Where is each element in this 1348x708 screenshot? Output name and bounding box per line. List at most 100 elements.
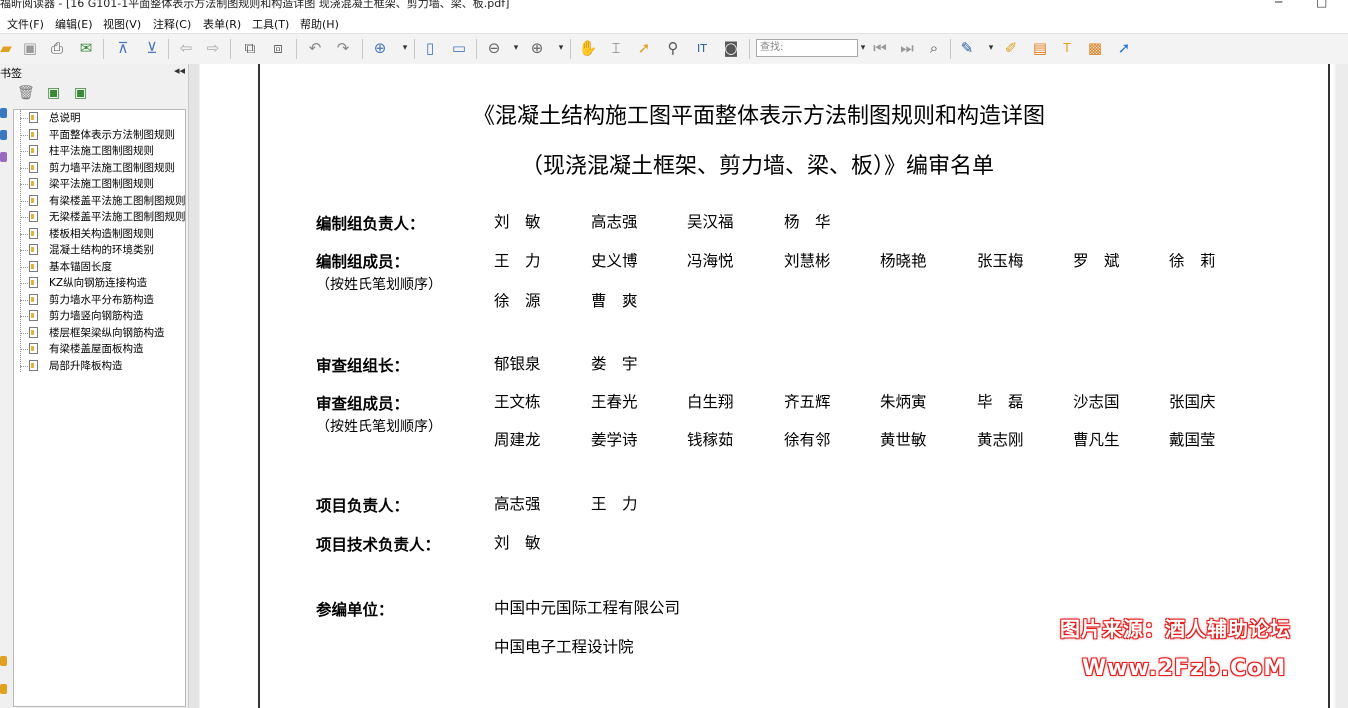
side-tab-icon[interactable] <box>0 684 7 694</box>
page-icon <box>29 359 38 371</box>
minimize-button[interactable]: ─ <box>1275 0 1282 9</box>
print-icon[interactable]: ⎙ <box>47 38 67 58</box>
snapshot-icon[interactable]: ◙ <box>721 38 741 58</box>
add-bookmark-icon[interactable]: ▣ <box>47 85 60 101</box>
delete-bookmark-icon[interactable]: 🗑 <box>17 85 35 101</box>
person-name: 戴国莹 <box>1169 431 1216 449</box>
bookmark-item[interactable]: 柱平法施工图制图规则 <box>14 143 185 159</box>
side-tab-icon[interactable] <box>0 130 7 140</box>
person-name: 高志强 <box>494 495 541 513</box>
fit-width-icon[interactable]: ▭ <box>449 38 469 58</box>
save-icon[interactable]: ▣ <box>20 38 40 58</box>
side-tab-icon[interactable] <box>0 656 7 666</box>
zoom-in-dropdown-icon[interactable]: ▾ <box>556 38 566 58</box>
menu-edit[interactable]: 编辑(E) <box>55 16 93 32</box>
bookmark-item[interactable]: 平面整体表示方法制图规则 <box>14 127 185 143</box>
page-icon <box>29 244 38 255</box>
bookmark-item[interactable]: 有梁楼盖平法施工图制图规则 <box>14 193 185 209</box>
select-arrow-icon[interactable]: ➚ <box>634 38 654 58</box>
side-tab-icon[interactable] <box>0 108 7 118</box>
bookmark-item[interactable]: 混凝土结构的环境类别 <box>14 242 185 258</box>
person-name: 周建龙 <box>494 431 541 449</box>
hand-tool-icon[interactable]: ✋ <box>578 38 598 58</box>
bookmark-item[interactable]: 楼板相关构造制图规则 <box>14 226 185 242</box>
bookmarks-panel: 书签 ◂◂ 🗑 ▣ ▣ 总说明 平面整体表示方法制图规则 柱平法施工图制图规则 … <box>0 64 189 708</box>
search-input[interactable]: 查找: <box>756 39 858 57</box>
bookmark-item[interactable]: 总说明 <box>14 110 185 126</box>
menu-help[interactable]: 帮助(H) <box>300 16 339 32</box>
paste-page-icon[interactable]: ⧈ <box>268 38 288 58</box>
binoculars-icon[interactable]: ⚲ <box>663 38 683 58</box>
email-icon[interactable]: ✉ <box>76 38 96 58</box>
bookmark-item[interactable]: 梁平法施工图制图规则 <box>14 176 185 192</box>
person-name: 杨晓艳 <box>880 252 927 270</box>
note-icon[interactable]: ▤ <box>1030 38 1050 58</box>
person-name: 王春光 <box>591 393 638 411</box>
bookmark-item[interactable]: 楼层框架梁纵向钢筋构造 <box>14 325 185 341</box>
person-name: 白生翔 <box>687 393 734 411</box>
comment-icon[interactable]: ▩ <box>1085 38 1105 58</box>
copy-page-icon[interactable]: ⧉ <box>240 38 260 58</box>
bookmark-item[interactable]: 剪力墙平法施工图制图规则 <box>14 160 185 176</box>
typewriter-icon[interactable]: IT <box>692 38 712 58</box>
menu-tools[interactable]: 工具(T) <box>252 16 289 32</box>
bookmark-item[interactable]: 剪力墙竖向钢筋构造 <box>14 308 185 324</box>
arrow-tool-icon[interactable]: ➚ <box>1114 38 1134 58</box>
unit-name: 中国电子工程设计院 <box>494 638 634 656</box>
doc-title-line1: 《混凝土结构施工图平面整体表示方法制图规则和构造详图 <box>473 104 1046 129</box>
bookmark-item[interactable]: 基本锚固长度 <box>14 259 185 275</box>
menu-form[interactable]: 表单(R) <box>203 16 241 32</box>
window-title: 福昕阅读器 - [16 G101-1平面整体表示方法制图规则和构造详图 现浇混凝… <box>0 0 510 10</box>
document-viewport[interactable]: 《混凝土结构施工图平面整体表示方法制图规则和构造详图 （现浇混凝土框架、剪力墙、… <box>189 64 1348 708</box>
bookmark-item[interactable]: KZ纵向钢筋连接构造 <box>14 275 185 291</box>
find-prev-icon[interactable]: ⏮ <box>870 38 890 58</box>
back-icon[interactable]: ⇦ <box>176 38 196 58</box>
menu-view[interactable]: 视图(V) <box>103 16 141 32</box>
section-label: 参编单位： <box>316 601 394 619</box>
redo-icon[interactable]: ↷ <box>333 38 353 58</box>
page-icon <box>29 277 38 288</box>
panel-toolbar: 🗑 ▣ ▣ <box>0 82 188 106</box>
section-label: 编制组负责人： <box>316 215 425 233</box>
page-down-icon[interactable]: ⊻ <box>142 38 162 58</box>
zoom-out-icon[interactable]: ⊖ <box>484 38 504 58</box>
person-name: 高志强 <box>591 213 638 231</box>
zoom-dropdown-icon[interactable]: ▾ <box>400 38 410 58</box>
bookmark-item[interactable]: 剪力墙水平分布筋构造 <box>14 292 185 308</box>
find-next-icon[interactable]: ⏭ <box>897 38 917 58</box>
undo-icon[interactable]: ↶ <box>305 38 325 58</box>
edit-icon[interactable]: ✎ <box>957 38 977 58</box>
bookmark-item[interactable]: 局部升降板构造 <box>14 358 185 374</box>
page-icon <box>29 326 38 338</box>
person-name: 刘 敏 <box>494 534 541 552</box>
search-icon[interactable]: ⌕ <box>924 38 944 58</box>
search-dropdown-icon[interactable]: ▾ <box>858 38 868 58</box>
fit-page-icon[interactable]: ▯ <box>420 38 440 58</box>
add-child-bookmark-icon[interactable]: ▣ <box>74 85 87 101</box>
forward-icon[interactable]: ⇨ <box>203 38 223 58</box>
bookmark-item[interactable]: 无梁楼盖平法施工图制图规则 <box>14 209 185 225</box>
page-icon <box>29 112 38 123</box>
side-tab-icon[interactable] <box>0 152 7 162</box>
bookmark-item[interactable]: 有梁楼盖屋面板构造 <box>14 341 185 357</box>
page-icon <box>29 145 38 156</box>
person-name: 郁银泉 <box>494 355 541 373</box>
zoom-out-dropdown-icon[interactable]: ▾ <box>511 38 521 58</box>
restore-button[interactable]: □ <box>1316 0 1327 9</box>
toolbar: ▰ ▣ ⎙ ✉ ⊼ ⊻ ⇦ ⇨ ⧉ ⧈ ↶ ↷ ⊕ ▾ ▯ ▭ ⊖ ▾ ⊕ ▾ … <box>0 33 1348 65</box>
bookmark-tree: 总说明 平面整体表示方法制图规则 柱平法施工图制图规则 剪力墙平法施工图制图规则… <box>13 109 186 707</box>
open-icon[interactable]: ▰ <box>0 38 16 58</box>
textbox-icon[interactable]: T <box>1057 38 1077 58</box>
zoom-icon[interactable]: ⊕ <box>370 38 390 58</box>
menu-file[interactable]: 文件(F) <box>7 16 44 32</box>
menu-comment[interactable]: 注释(C) <box>153 16 191 32</box>
vertical-scrollbar[interactable] <box>1336 64 1348 708</box>
person-name: 姜学诗 <box>591 431 638 449</box>
collapse-panel-button[interactable]: ◂◂ <box>174 64 185 77</box>
edit-dropdown-icon[interactable]: ▾ <box>986 38 996 58</box>
page-up-icon[interactable]: ⊼ <box>113 38 133 58</box>
person-name: 黄世敏 <box>880 431 927 449</box>
highlight-icon[interactable]: ✐ <box>1001 38 1021 58</box>
select-text-icon[interactable]: ⌶ <box>606 38 626 58</box>
zoom-in-icon[interactable]: ⊕ <box>527 38 547 58</box>
